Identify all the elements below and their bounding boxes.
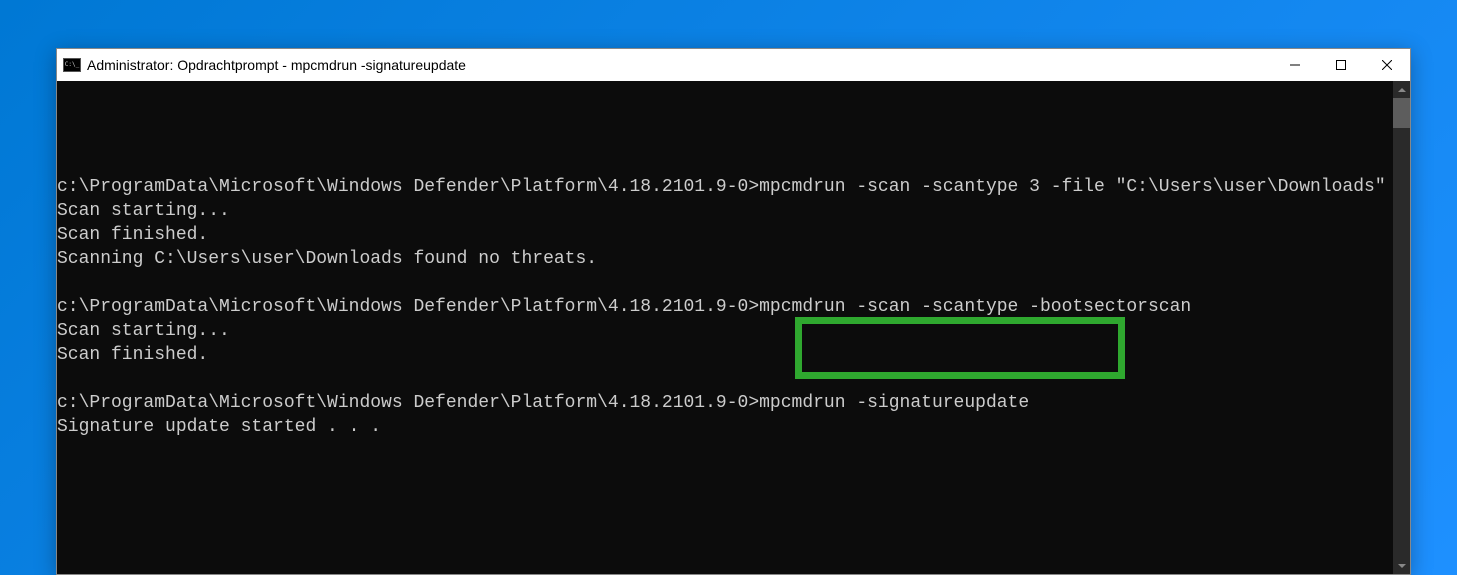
terminal-line: Scan starting... <box>57 199 1393 223</box>
terminal-line <box>57 271 1393 295</box>
terminal-line: c:\ProgramData\Microsoft\Windows Defende… <box>57 175 1393 199</box>
scroll-down-arrow-icon[interactable] <box>1393 557 1410 574</box>
terminal-line <box>57 367 1393 391</box>
terminal-line: Scanning C:\Users\user\Downloads found n… <box>57 247 1393 271</box>
terminal-line: Scan finished. <box>57 223 1393 247</box>
maximize-button[interactable] <box>1318 49 1364 81</box>
terminal-output[interactable]: c:\ProgramData\Microsoft\Windows Defende… <box>57 81 1393 574</box>
terminal-line: Signature update started . . . <box>57 415 1393 439</box>
vertical-scrollbar[interactable] <box>1393 81 1410 574</box>
minimize-button[interactable] <box>1272 49 1318 81</box>
scroll-up-arrow-icon[interactable] <box>1393 81 1410 98</box>
terminal-line: c:\ProgramData\Microsoft\Windows Defende… <box>57 295 1393 319</box>
titlebar[interactable]: Administrator: Opdrachtprompt - mpcmdrun… <box>57 49 1410 81</box>
window-title: Administrator: Opdrachtprompt - mpcmdrun… <box>87 57 1272 73</box>
window-controls <box>1272 49 1410 81</box>
scroll-thumb[interactable] <box>1393 98 1410 128</box>
terminal-line: Scan starting... <box>57 319 1393 343</box>
terminal-area: c:\ProgramData\Microsoft\Windows Defende… <box>57 81 1410 574</box>
cmd-icon <box>63 58 81 72</box>
command-prompt-window: Administrator: Opdrachtprompt - mpcmdrun… <box>56 48 1411 575</box>
terminal-line: Scan finished. <box>57 343 1393 367</box>
close-button[interactable] <box>1364 49 1410 81</box>
terminal-line: c:\ProgramData\Microsoft\Windows Defende… <box>57 391 1393 415</box>
